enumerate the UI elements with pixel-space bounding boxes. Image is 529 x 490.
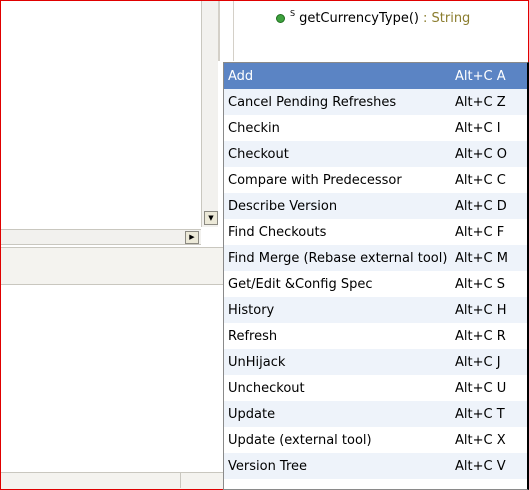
- static-marker: S: [290, 8, 296, 18]
- view-panel-header: [1, 247, 223, 285]
- menu-item-shortcut: Alt+C C: [455, 172, 506, 188]
- menu-item-label: Compare with Predecessor: [228, 172, 402, 188]
- menu-item-label: Refresh: [228, 328, 278, 344]
- menu-item-shortcut: Alt+C F: [455, 224, 505, 240]
- menu-item-label: History: [228, 302, 275, 318]
- menu-item-label: Cancel Pending Refreshes: [228, 94, 397, 110]
- menu-item-shortcut: Alt+C A: [455, 68, 506, 84]
- menu-item-label: Uncheckout: [228, 380, 305, 396]
- menu-item-compare-with-predecessor[interactable]: Compare with Predecessor Alt+C C: [224, 167, 527, 193]
- menu-item-shortcut: Alt+C R: [455, 328, 506, 344]
- menu-item-shortcut: Alt+C D: [455, 198, 507, 214]
- method-name: getCurrencyType(): [299, 10, 419, 26]
- menu-item-update-external-tool[interactable]: Update (external tool) Alt+C X: [224, 427, 527, 453]
- menu-item-find-checkouts[interactable]: Find Checkouts Alt+C F: [224, 219, 527, 245]
- vertical-scrollbar[interactable]: ▼: [201, 1, 218, 227]
- editor-area[interactable]: [1, 1, 201, 227]
- menu-item-label: Get/Edit &Config Spec: [228, 276, 373, 292]
- menu-item-add[interactable]: Add Alt+C A: [224, 63, 527, 89]
- outline-method-item[interactable]: S getCurrencyType() : String: [276, 9, 470, 27]
- menu-item-shortcut: Alt+C I: [455, 120, 501, 136]
- menu-item-refresh[interactable]: Refresh Alt+C R: [224, 323, 527, 349]
- menu-item-label: Update (external tool): [228, 432, 372, 448]
- menu-item-describe-version[interactable]: Describe Version Alt+C D: [224, 193, 527, 219]
- horizontal-scrollbar[interactable]: ▶: [1, 229, 201, 245]
- menu-item-cancel-pending-refreshes[interactable]: Cancel Pending Refreshes Alt+C Z: [224, 89, 527, 115]
- menu-item-get-edit-config-spec[interactable]: Get/Edit &Config Spec Alt+C S: [224, 271, 527, 297]
- menu-item-shortcut: Alt+C H: [455, 302, 507, 318]
- menu-item-shortcut: Alt+C O: [455, 146, 507, 162]
- pane-divider: [218, 1, 220, 61]
- pane-divider-secondary: [233, 1, 234, 61]
- menu-item-uncheckout[interactable]: Uncheckout Alt+C U: [224, 375, 527, 401]
- menu-item-shortcut: Alt+C M: [455, 250, 508, 266]
- menu-item-label: Version Tree: [228, 458, 308, 474]
- menu-item-shortcut: Alt+C V: [455, 458, 506, 474]
- menu-item-label: Find Merge (Rebase external tool): [228, 250, 448, 266]
- menu-item-label: Describe Version: [228, 198, 338, 214]
- menu-item-update[interactable]: Update Alt+C T: [224, 401, 527, 427]
- menu-item-label: Find Checkouts: [228, 224, 327, 240]
- menu-item-shortcut: Alt+C T: [455, 406, 505, 422]
- menu-item-shortcut: Alt+C U: [455, 380, 507, 396]
- menu-item-checkin[interactable]: Checkin Alt+C I: [224, 115, 527, 141]
- menu-item-label: Update: [228, 406, 276, 422]
- menu-item-find-merge-rebase-external-tool[interactable]: Find Merge (Rebase external tool) Alt+C M: [224, 245, 527, 271]
- menu-item-label: Checkin: [228, 120, 280, 136]
- menu-item-history[interactable]: History Alt+C H: [224, 297, 527, 323]
- menu-item-checkout[interactable]: Checkout Alt+C O: [224, 141, 527, 167]
- menu-item-shortcut: Alt+C S: [455, 276, 505, 292]
- menu-item-shortcut: Alt+C X: [455, 432, 506, 448]
- menu-item-label: Add: [228, 68, 254, 84]
- public-method-icon: [276, 13, 285, 23]
- menu-item-version-tree[interactable]: Version Tree Alt+C V: [224, 453, 527, 479]
- menu-item-unhijack[interactable]: UnHijack Alt+C J: [224, 349, 527, 375]
- method-return-type: : String: [423, 10, 471, 26]
- status-bar-separator: [180, 472, 181, 488]
- menu-item-shortcut: Alt+C J: [455, 354, 501, 370]
- context-menu: Add Alt+C A Cancel Pending Refreshes Alt+C …: [223, 62, 529, 490]
- menu-item-shortcut: Alt+C Z: [455, 94, 506, 110]
- scroll-down-arrow-icon[interactable]: ▼: [204, 211, 218, 225]
- menu-item-label: UnHijack: [228, 354, 286, 370]
- scroll-right-arrow-icon[interactable]: ▶: [185, 231, 199, 244]
- status-bar: [1, 472, 223, 489]
- menu-item-label: Checkout: [228, 146, 289, 162]
